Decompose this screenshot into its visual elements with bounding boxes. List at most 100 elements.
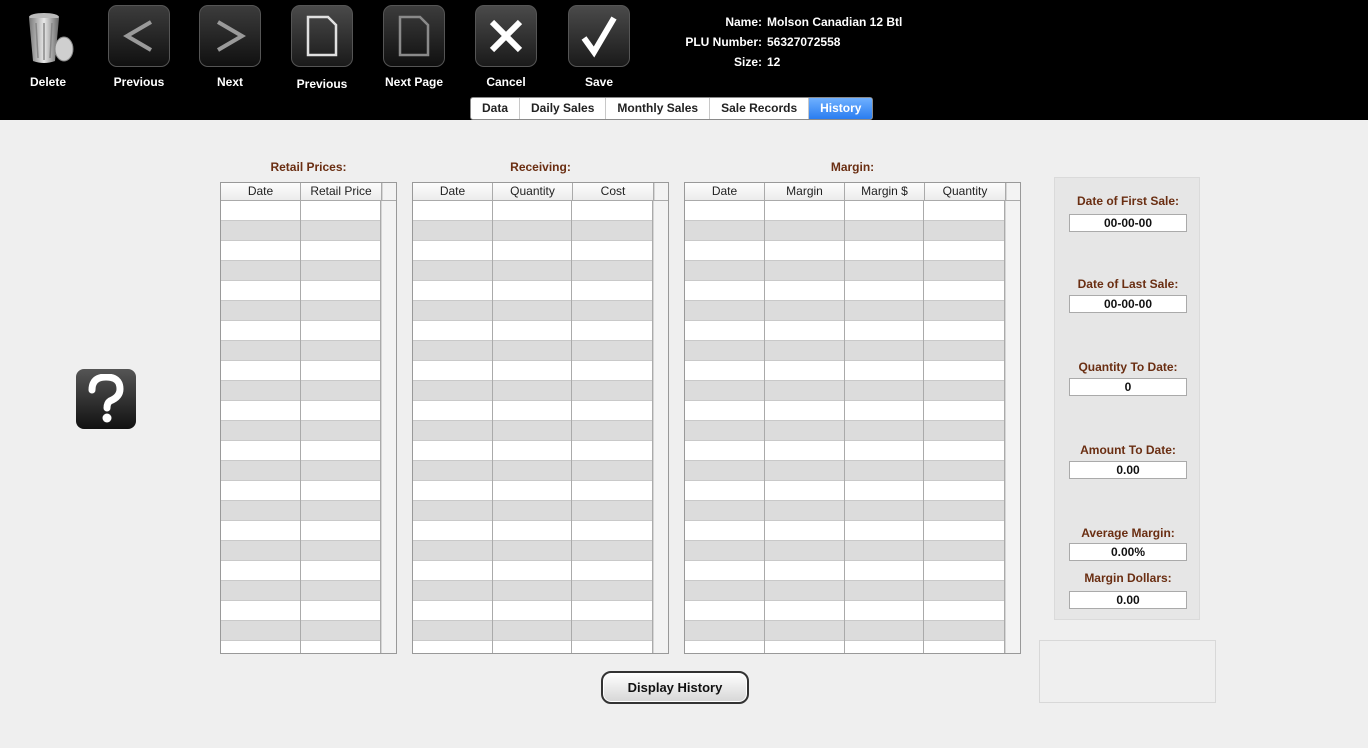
table-cell[interactable] (572, 261, 653, 281)
table-cell[interactable] (924, 341, 1005, 361)
tab-sale-records[interactable]: Sale Records (710, 98, 810, 119)
table-cell[interactable] (221, 481, 300, 501)
table-cell[interactable] (413, 281, 492, 301)
table-cell[interactable] (685, 261, 764, 281)
receiving-table[interactable]: Date Quantity Cost (412, 182, 669, 654)
table-cell[interactable] (924, 541, 1005, 561)
table-cell[interactable] (300, 581, 381, 601)
table-cell[interactable] (413, 561, 492, 581)
table-cell[interactable] (572, 601, 653, 621)
table-cell[interactable] (413, 221, 492, 241)
table-cell[interactable] (685, 241, 764, 261)
table-cell[interactable] (572, 641, 652, 653)
table-cell[interactable] (764, 601, 844, 621)
table-cell[interactable] (764, 381, 844, 401)
first-sale-field[interactable]: 00-00-00 (1069, 214, 1187, 232)
table-cell[interactable] (924, 301, 1005, 321)
table-cell[interactable] (844, 261, 924, 281)
table-cell[interactable] (844, 461, 924, 481)
table-cell[interactable] (221, 541, 300, 561)
table-cell[interactable] (924, 501, 1005, 521)
table-cell[interactable] (492, 461, 572, 481)
table-cell[interactable] (924, 441, 1005, 461)
table-cell[interactable] (413, 541, 492, 561)
table-cell[interactable] (300, 241, 381, 261)
column-header[interactable]: Date (221, 183, 301, 200)
table-cell[interactable] (572, 421, 653, 441)
tab-monthly-sales[interactable]: Monthly Sales (606, 98, 711, 119)
table-cell[interactable] (413, 641, 492, 653)
next-record-button[interactable]: Next (197, 5, 263, 89)
table-cell[interactable] (413, 341, 492, 361)
table-cell[interactable] (685, 301, 764, 321)
table-cell[interactable] (221, 441, 300, 461)
next-page-button[interactable]: Next Page (381, 5, 447, 89)
table-cell[interactable] (844, 621, 924, 641)
table-cell[interactable] (764, 261, 844, 281)
table-cell[interactable] (685, 501, 764, 521)
table-cell[interactable] (413, 321, 492, 341)
table-cell[interactable] (924, 381, 1005, 401)
table-cell[interactable] (300, 621, 381, 641)
table-cell[interactable] (221, 581, 300, 601)
table-cell[interactable] (924, 281, 1005, 301)
column-header[interactable]: Margin $ (845, 183, 925, 200)
table-cell[interactable] (301, 641, 381, 653)
table-cell[interactable] (924, 641, 1004, 653)
column-header[interactable]: Margin (765, 183, 845, 200)
table-cell[interactable] (572, 621, 653, 641)
table-cell[interactable] (492, 281, 572, 301)
table-cell[interactable] (572, 561, 653, 581)
table-cell[interactable] (413, 201, 492, 221)
table-cell[interactable] (492, 381, 572, 401)
table-cell[interactable] (221, 261, 300, 281)
table-cell[interactable] (572, 461, 653, 481)
table-cell[interactable] (492, 361, 572, 381)
table-cell[interactable] (300, 261, 381, 281)
last-sale-field[interactable]: 00-00-00 (1069, 295, 1187, 313)
table-cell[interactable] (300, 421, 381, 441)
table-cell[interactable] (492, 621, 572, 641)
table-cell[interactable] (924, 401, 1005, 421)
table-cell[interactable] (492, 561, 572, 581)
display-history-button[interactable]: Display History (601, 671, 749, 704)
table-cell[interactable] (492, 481, 572, 501)
table-cell[interactable] (300, 201, 381, 221)
table-cell[interactable] (492, 581, 572, 601)
table-cell[interactable] (300, 481, 381, 501)
table-cell[interactable] (413, 501, 492, 521)
table-cell[interactable] (300, 441, 381, 461)
table-cell[interactable] (764, 481, 844, 501)
table-cell[interactable] (764, 461, 844, 481)
table-cell[interactable] (572, 281, 653, 301)
table-cell[interactable] (492, 521, 572, 541)
table-cell[interactable] (685, 461, 764, 481)
table-cell[interactable] (924, 221, 1005, 241)
table-cell[interactable] (221, 401, 300, 421)
table-cell[interactable] (844, 481, 924, 501)
save-button[interactable]: Save (566, 5, 632, 89)
table-cell[interactable] (924, 421, 1005, 441)
table-cell[interactable] (572, 221, 653, 241)
table-cell[interactable] (300, 501, 381, 521)
table-cell[interactable] (413, 461, 492, 481)
table-cell[interactable] (300, 281, 381, 301)
scrollbar[interactable] (382, 183, 396, 200)
table-cell[interactable] (685, 341, 764, 361)
table-cell[interactable] (844, 201, 924, 221)
table-cell[interactable] (221, 521, 300, 541)
column-header[interactable]: Retail Price (301, 183, 382, 200)
table-cell[interactable] (844, 581, 924, 601)
table-cell[interactable] (764, 521, 844, 541)
table-cell[interactable] (924, 201, 1005, 221)
table-cell[interactable] (685, 381, 764, 401)
table-cell[interactable] (844, 441, 924, 461)
column-header[interactable]: Quantity (925, 183, 1006, 200)
table-cell[interactable] (413, 361, 492, 381)
table-cell[interactable] (685, 561, 764, 581)
table-cell[interactable] (924, 481, 1005, 501)
table-cell[interactable] (492, 501, 572, 521)
scrollbar[interactable] (1006, 183, 1020, 200)
table-cell[interactable] (300, 561, 381, 581)
table-cell[interactable] (764, 201, 844, 221)
